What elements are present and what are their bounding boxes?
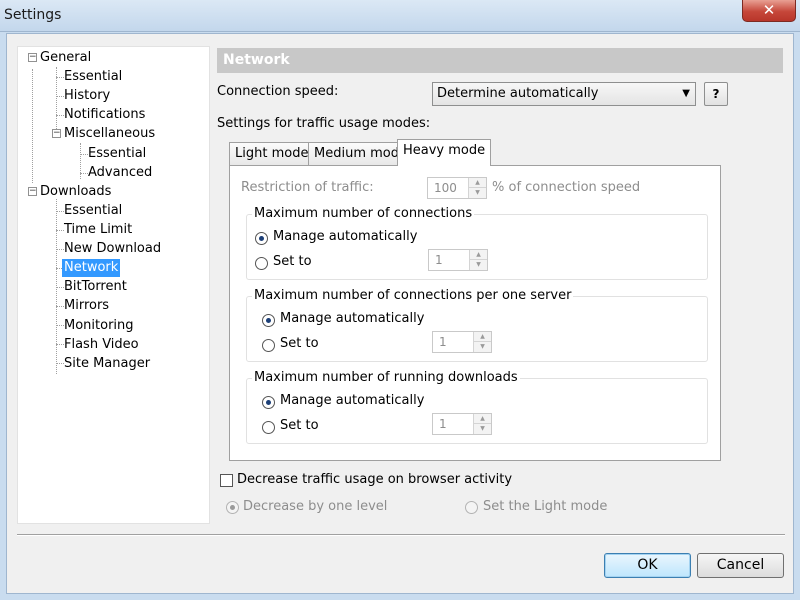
- collapse-miscellaneous-icon[interactable]: −: [52, 129, 61, 138]
- stepper-down-icon[interactable]: ▼: [470, 260, 487, 270]
- connection-speed-label: Connection speed:: [217, 84, 339, 99]
- tree-item-general-essential[interactable]: Essential: [62, 68, 124, 86]
- collapse-general-icon[interactable]: −: [28, 53, 37, 62]
- tree-item-new-download[interactable]: New Download: [62, 240, 163, 258]
- footer-separator: [17, 534, 785, 536]
- tree-item-notifications[interactable]: Notifications: [62, 106, 147, 124]
- tree-item-general[interactable]: General: [38, 49, 93, 67]
- connection-speed-dropdown[interactable]: Determine automatically ▼: [432, 82, 696, 106]
- tree-item-site-manager[interactable]: Site Manager: [62, 355, 152, 373]
- tree-item-mirrors[interactable]: Mirrors: [62, 297, 111, 315]
- collapse-downloads-icon[interactable]: −: [28, 187, 37, 196]
- max-running-downloads-group: Maximum number of running downloads Mana…: [246, 370, 708, 444]
- connection-speed-value: Determine automatically: [437, 86, 599, 101]
- set-to-label: Set to: [280, 418, 319, 433]
- manage-auto-radio[interactable]: [262, 314, 275, 327]
- stepper-up-icon[interactable]: ▲: [474, 332, 491, 342]
- max-per-server-stepper[interactable]: 1 ▲ ▼: [432, 331, 492, 353]
- tree-item-miscellaneous[interactable]: Miscellaneous: [62, 125, 157, 143]
- ok-button[interactable]: OK: [604, 553, 691, 578]
- traffic-modes-label: Settings for traffic usage modes:: [217, 116, 431, 131]
- tree-item-monitoring[interactable]: Monitoring: [62, 317, 136, 335]
- max-running-downloads-stepper[interactable]: 1 ▲ ▼: [432, 413, 492, 435]
- restriction-unit: % of connection speed: [492, 180, 641, 195]
- set-to-radio[interactable]: [255, 257, 268, 270]
- decrease-one-level-radio[interactable]: [226, 501, 239, 514]
- set-to-radio[interactable]: [262, 339, 275, 352]
- stepper-value: 1: [435, 253, 443, 267]
- stepper-up-icon[interactable]: ▲: [470, 250, 487, 260]
- decrease-traffic-checkbox[interactable]: [220, 474, 233, 487]
- tree-item-flash-video[interactable]: Flash Video: [62, 336, 141, 354]
- title-bar: Settings ✕: [0, 0, 800, 32]
- window-title: Settings: [4, 7, 62, 23]
- settings-dialog: − − − General Essential History Notifica…: [6, 33, 794, 594]
- restriction-stepper[interactable]: 100 ▲ ▼: [427, 177, 487, 199]
- tree-item-network[interactable]: Network: [62, 259, 121, 277]
- tree-item-time-limit[interactable]: Time Limit: [62, 221, 134, 239]
- manage-auto-label: Manage automatically: [280, 393, 425, 408]
- dropdown-arrow-icon: ▼: [682, 88, 690, 99]
- max-connections-stepper[interactable]: 1 ▲ ▼: [428, 249, 488, 271]
- tree-item-advanced[interactable]: Advanced: [86, 164, 154, 182]
- group-title: Maximum number of running downloads: [252, 370, 520, 385]
- restriction-label: Restriction of traffic:: [241, 180, 374, 195]
- stepper-down-icon[interactable]: ▼: [474, 424, 491, 434]
- tree-item-downloads[interactable]: Downloads: [38, 183, 113, 201]
- section-header: Network: [217, 48, 783, 73]
- tree-item-misc-essential[interactable]: Essential: [86, 145, 148, 163]
- restriction-value: 100: [434, 181, 457, 195]
- heavy-mode-panel: Restriction of traffic: 100 ▲ ▼ % of conn…: [229, 165, 721, 461]
- manage-auto-radio[interactable]: [262, 396, 275, 409]
- close-button[interactable]: ✕: [742, 0, 796, 22]
- stepper-up-icon[interactable]: ▲: [469, 178, 486, 188]
- tree-item-history[interactable]: History: [62, 87, 112, 105]
- light-mode-label: Set the Light mode: [483, 499, 608, 514]
- group-title: Maximum number of connections per one se…: [252, 288, 574, 303]
- stepper-down-icon[interactable]: ▼: [469, 188, 486, 198]
- stepper-value: 1: [439, 417, 447, 431]
- manage-auto-label: Manage automatically: [273, 229, 418, 244]
- group-title: Maximum number of connections: [252, 206, 475, 221]
- help-button[interactable]: ?: [704, 82, 728, 106]
- tree-item-downloads-essential[interactable]: Essential: [62, 202, 124, 220]
- max-connections-per-server-group: Maximum number of connections per one se…: [246, 288, 708, 362]
- tree-item-bittorrent[interactable]: BitTorrent: [62, 278, 129, 296]
- manage-auto-radio[interactable]: [255, 232, 268, 245]
- tab-heavy-mode[interactable]: Heavy mode: [397, 139, 492, 166]
- close-icon: ✕: [762, 1, 776, 19]
- tab-light-mode[interactable]: Light mode: [229, 142, 315, 166]
- stepper-value: 1: [439, 335, 447, 349]
- stepper-up-icon[interactable]: ▲: [474, 414, 491, 424]
- settings-tree: − − − General Essential History Notifica…: [17, 46, 210, 524]
- decrease-one-level-label: Decrease by one level: [243, 499, 388, 514]
- set-to-label: Set to: [273, 254, 312, 269]
- max-connections-group: Maximum number of connections Manage aut…: [246, 206, 708, 280]
- stepper-down-icon[interactable]: ▼: [474, 342, 491, 352]
- decrease-traffic-label: Decrease traffic usage on browser activi…: [237, 472, 513, 487]
- manage-auto-label: Manage automatically: [280, 311, 425, 326]
- set-to-label: Set to: [280, 336, 319, 351]
- set-to-radio[interactable]: [262, 421, 275, 434]
- light-mode-radio[interactable]: [465, 501, 478, 514]
- cancel-button[interactable]: Cancel: [697, 553, 784, 578]
